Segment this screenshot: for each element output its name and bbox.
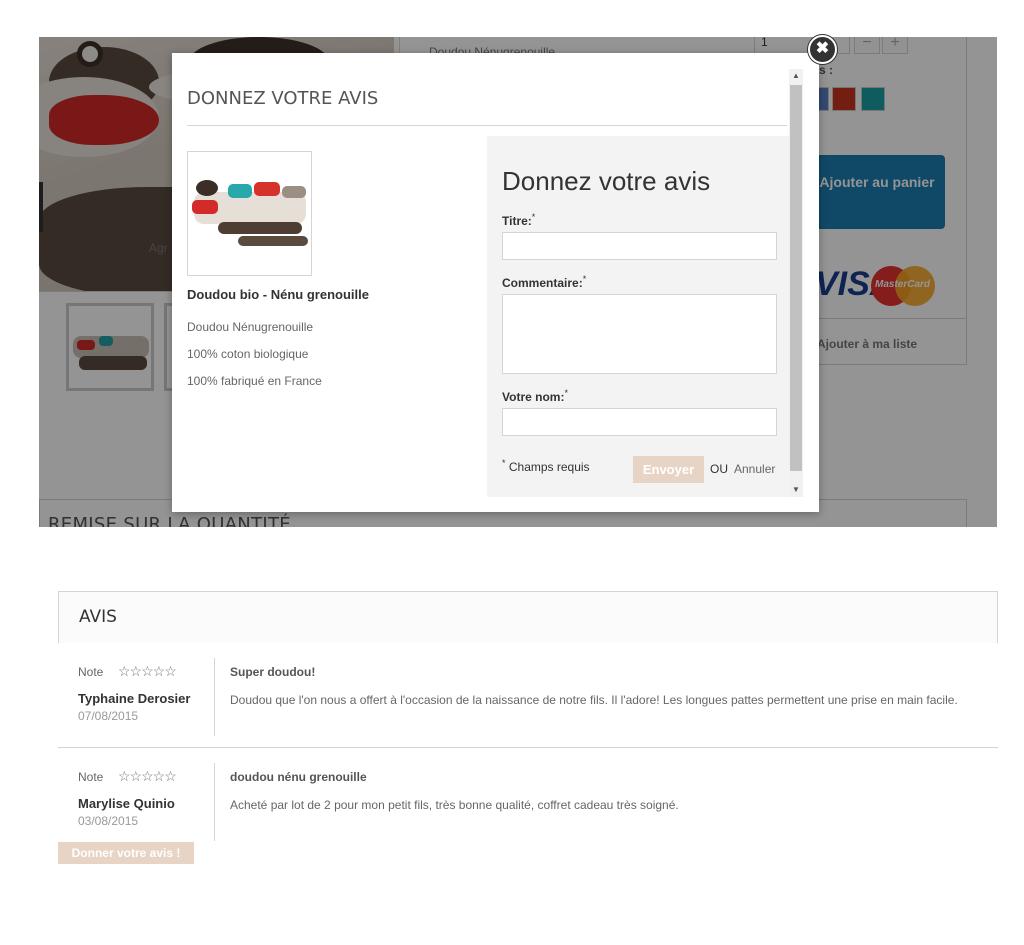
review-author: Typhaine Derosier [78, 691, 191, 706]
product-description-line: Doudou Nénugrenouille [187, 320, 314, 334]
reviews-heading: AVIS [58, 591, 998, 643]
modal-scrollbar[interactable]: ▲ ▼ [789, 69, 803, 497]
required-fields-note: * Champs requis [502, 458, 590, 474]
scroll-down-arrow-icon[interactable]: ▼ [789, 483, 803, 497]
reviews-section: AVIS Note ☆☆☆☆☆ Typhaine Derosier 07/08/… [58, 591, 998, 864]
review-date: 07/08/2015 [78, 709, 139, 723]
name-input[interactable] [502, 408, 777, 436]
star-rating-icon: ☆☆☆☆☆ [118, 768, 177, 784]
review-item: Note ☆☆☆☆☆ Typhaine Derosier 07/08/2015 … [58, 643, 998, 748]
name-label: Votre nom:* [502, 388, 568, 404]
cancel-link[interactable]: Annuler [734, 462, 775, 476]
send-button[interactable]: Envoyer [633, 456, 704, 483]
review-form: Donnez votre avis Titre:* Commentaire:* … [487, 136, 789, 497]
comment-textarea[interactable] [502, 294, 777, 374]
divider [214, 658, 215, 736]
review-text: Acheté par lot de 2 pour mon petit fils,… [230, 798, 679, 812]
product-description-line: 100% fabriqué en France [187, 374, 322, 388]
rating-label: Note [78, 770, 104, 784]
divider [187, 125, 787, 126]
close-icon[interactable]: ✖ [808, 35, 837, 64]
review-author: Marylise Quinio [78, 796, 175, 811]
scrollbar-thumb[interactable] [790, 85, 802, 471]
review-title: doudou nénu grenouille [230, 770, 367, 784]
product-name: Doudou bio - Nénu grenouille [187, 287, 369, 302]
star-rating-icon: ☆☆☆☆☆ [118, 663, 177, 679]
divider [214, 763, 215, 841]
review-item: Note ☆☆☆☆☆ Marylise Quinio 03/08/2015 do… [58, 748, 998, 853]
review-date: 03/08/2015 [78, 814, 139, 828]
product-description-line: 100% coton biologique [187, 347, 309, 361]
or-text: OU [710, 462, 728, 476]
review-title: Super doudou! [230, 665, 316, 679]
product-image [187, 151, 312, 276]
give-review-button[interactable]: Donner votre avis ! [58, 842, 194, 864]
required-mark: * [582, 274, 587, 284]
title-label: Titre:* [502, 212, 536, 228]
comment-label: Commentaire:* [502, 274, 587, 290]
required-mark: * [531, 212, 536, 222]
review-text: Doudou que l'on nous a offert à l'occasi… [230, 693, 958, 707]
review-modal: DONNEZ VOTRE AVIS Doudou bio - Nénu gren… [172, 53, 819, 512]
rating-label: Note [78, 665, 104, 679]
form-heading: Donnez votre avis [502, 166, 711, 196]
scroll-up-arrow-icon[interactable]: ▲ [789, 69, 803, 83]
modal-title: DONNEZ VOTRE AVIS [187, 88, 379, 109]
title-input[interactable] [502, 232, 777, 260]
required-mark: * [564, 388, 568, 398]
